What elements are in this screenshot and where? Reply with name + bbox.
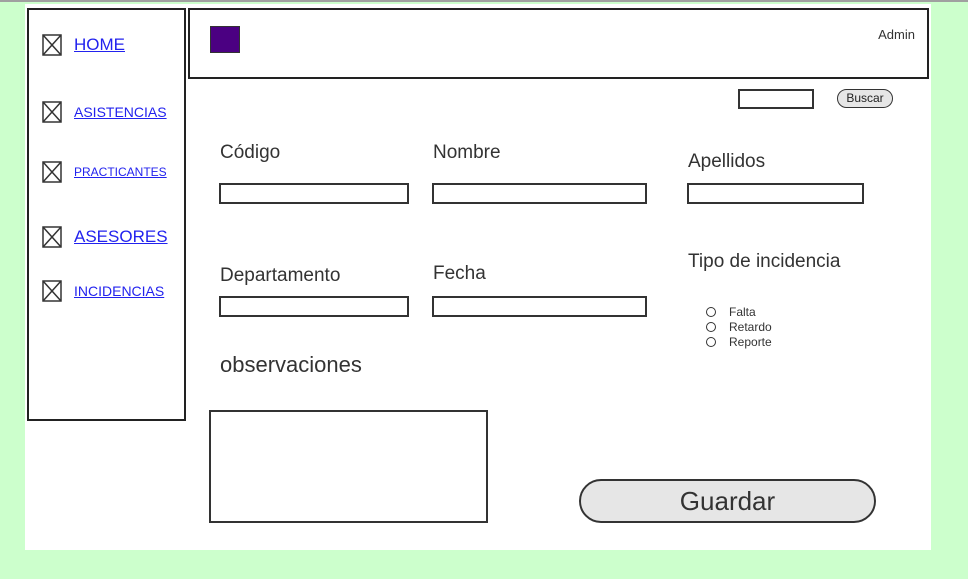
fecha-field[interactable]	[432, 296, 647, 317]
image-placeholder-icon	[42, 280, 62, 302]
radio-label: Falta	[729, 305, 756, 319]
radio-option-falta[interactable]: Falta	[706, 305, 756, 319]
logo	[210, 26, 240, 53]
apellidos-field[interactable]	[687, 183, 864, 204]
departamento-field[interactable]	[219, 296, 409, 317]
sidebar-item-home[interactable]: HOME	[42, 34, 125, 56]
sidebar-link-incidencias[interactable]: INCIDENCIAS	[74, 283, 164, 299]
sidebar: HOME ASISTENCIAS PRACTICANTES ASESORES I…	[27, 8, 186, 421]
radio-button[interactable]	[706, 337, 716, 347]
radio-label: Reporte	[729, 335, 772, 349]
radio-option-reporte[interactable]: Reporte	[706, 335, 772, 349]
fecha-label: Fecha	[433, 263, 486, 284]
radio-button[interactable]	[706, 307, 716, 317]
sidebar-link-asistencias[interactable]: ASISTENCIAS	[74, 104, 167, 120]
search-button[interactable]: Buscar	[837, 89, 893, 108]
sidebar-link-asesores[interactable]: ASESORES	[74, 227, 168, 247]
observaciones-label: observaciones	[220, 352, 362, 377]
tipo-incidencia-label: Tipo de incidencia	[688, 251, 841, 272]
nombre-label: Nombre	[433, 142, 501, 163]
radio-label: Retardo	[729, 320, 772, 334]
save-button[interactable]: Guardar	[579, 479, 876, 523]
radio-option-retardo[interactable]: Retardo	[706, 320, 772, 334]
departamento-label: Departamento	[220, 265, 341, 286]
user-label[interactable]: Admin	[878, 27, 915, 42]
sidebar-link-home[interactable]: HOME	[74, 35, 125, 55]
apellidos-label: Apellidos	[688, 151, 766, 172]
sidebar-item-asistencias[interactable]: ASISTENCIAS	[42, 101, 167, 123]
sidebar-item-asesores[interactable]: ASESORES	[42, 226, 168, 248]
sidebar-link-practicantes[interactable]: PRACTICANTES	[74, 165, 167, 179]
sidebar-item-incidencias[interactable]: INCIDENCIAS	[42, 280, 164, 302]
window-top-border	[0, 0, 968, 2]
codigo-field[interactable]	[219, 183, 409, 204]
codigo-label: Código	[220, 142, 281, 163]
search-input[interactable]	[738, 89, 814, 109]
header-bar: Admin	[188, 8, 929, 79]
image-placeholder-icon	[42, 34, 62, 56]
observaciones-textarea[interactable]	[209, 410, 488, 523]
nombre-field[interactable]	[432, 183, 647, 204]
image-placeholder-icon	[42, 161, 62, 183]
radio-button[interactable]	[706, 322, 716, 332]
sidebar-item-practicantes[interactable]: PRACTICANTES	[42, 161, 167, 183]
image-placeholder-icon	[42, 101, 62, 123]
image-placeholder-icon	[42, 226, 62, 248]
